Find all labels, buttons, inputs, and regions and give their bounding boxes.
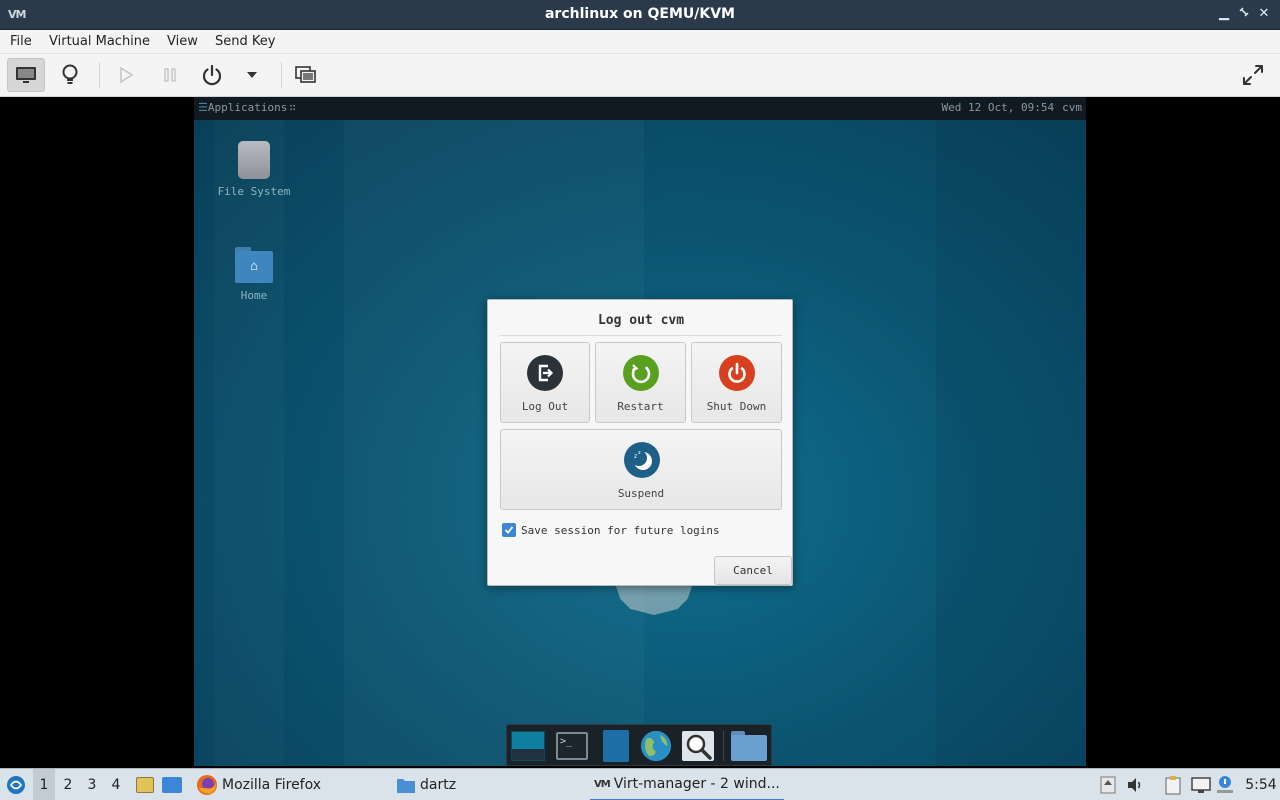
home-folder-icon: ⌂ <box>235 247 273 283</box>
task-dartz[interactable]: dartz <box>392 769 582 800</box>
dock-app-finder[interactable] <box>681 730 715 762</box>
guest-clock: Wed 12 Oct, 09:54 cvm <box>941 101 1082 114</box>
details-view-button[interactable] <box>51 58 89 92</box>
restart-button[interactable]: Restart <box>595 342 686 423</box>
firefox-icon <box>197 775 217 795</box>
menu-virtual-machine[interactable]: Virtual Machine <box>49 34 150 49</box>
desktop-icon-home[interactable]: ⌂ Home <box>209 247 299 302</box>
shut-down-label: Shut Down <box>706 400 767 413</box>
log-out-label: Log Out <box>521 400 569 413</box>
start-menu-button[interactable] <box>4 769 28 800</box>
svg-text:z: z <box>634 453 637 460</box>
magnifier-icon <box>682 731 714 761</box>
clipboard-icon <box>1165 776 1181 795</box>
run-button[interactable] <box>107 58 145 92</box>
restart-label: Restart <box>617 400 664 413</box>
snapshot-icon <box>295 66 316 83</box>
save-session-label: Save session for future logins <box>521 523 720 537</box>
host-clock[interactable]: 5:54 <box>1244 769 1278 800</box>
globe-icon <box>640 730 672 762</box>
task-virt-manager[interactable]: VM Virt-manager - 2 wind... <box>590 769 784 800</box>
tray-notifications[interactable] <box>1214 769 1236 800</box>
guest-dock: >_ <box>506 724 772 766</box>
folder-icon <box>731 731 767 761</box>
window-title: archlinux on QEMU/KVM <box>544 6 735 22</box>
virt-manager-icon: VM <box>594 778 611 790</box>
chevron-down-icon <box>247 72 257 78</box>
desktop-icon-file-system[interactable]: File System <box>209 141 299 198</box>
log-out-icon <box>527 355 563 391</box>
update-icon <box>1100 776 1116 794</box>
shutdown-button[interactable] <box>193 58 231 92</box>
shut-down-icon <box>719 355 755 391</box>
restart-icon <box>623 355 659 391</box>
menu-view[interactable]: View <box>167 34 198 49</box>
quicklaunch-file-manager[interactable] <box>134 769 156 800</box>
desktop-icon <box>511 731 545 761</box>
minimize-icon[interactable]: ▁ <box>1216 6 1232 22</box>
restore-icon[interactable] <box>1236 6 1252 22</box>
files-icon <box>603 730 629 762</box>
cancel-button[interactable]: Cancel <box>714 556 792 585</box>
shut-down-button[interactable]: Shut Down <box>691 342 782 423</box>
workspace-1[interactable]: 1 <box>33 769 55 800</box>
log-out-button[interactable]: Log Out <box>500 342 590 423</box>
info-icon <box>1217 776 1233 793</box>
workspace-2[interactable]: 2 <box>57 769 79 800</box>
virt-manager-window: VM archlinux on QEMU/KVM ▁ ✕ File Virtua… <box>0 0 1280 800</box>
tray-volume[interactable] <box>1124 769 1146 800</box>
folder-icon <box>397 779 415 793</box>
lxqt-logo-icon <box>7 776 25 794</box>
terminal-icon: >_ <box>556 732 588 760</box>
menu-file[interactable]: File <box>10 34 32 49</box>
lightbulb-icon <box>62 64 78 84</box>
file-manager-icon <box>136 777 154 793</box>
host-taskbar: 1 2 3 4 Mozilla Firefox dartz VM Virt-ma… <box>0 768 1280 800</box>
power-icon <box>202 64 222 86</box>
save-session-checkbox[interactable] <box>502 523 516 537</box>
fullscreen-icon <box>1243 65 1263 85</box>
dock-file-manager[interactable] <box>599 730 633 762</box>
fullscreen-button[interactable] <box>1234 58 1272 92</box>
dialog-title: Log out cvm <box>597 313 685 328</box>
quicklaunch-show-desktop[interactable] <box>160 769 184 800</box>
network-icon <box>1191 777 1211 793</box>
menu-bar: File Virtual Machine View Send Key <box>0 30 1280 54</box>
tray-clipboard[interactable] <box>1162 769 1184 800</box>
snapshots-button[interactable] <box>287 58 325 92</box>
console-view-button[interactable] <box>7 58 45 92</box>
menu-send-key[interactable]: Send Key <box>215 34 275 49</box>
suspend-label: Suspend <box>617 487 665 500</box>
dock-folder[interactable] <box>731 730 767 762</box>
checkmark-icon <box>504 526 514 534</box>
tray-network[interactable] <box>1190 769 1212 800</box>
suspend-button[interactable]: zz Suspend <box>500 429 782 510</box>
svg-text:z: z <box>638 450 641 456</box>
pause-button[interactable] <box>151 58 189 92</box>
close-icon[interactable]: ✕ <box>1256 6 1272 22</box>
guest-applications-menu[interactable]: ☰Applications ∷ <box>198 101 296 114</box>
volume-icon <box>1128 778 1141 792</box>
monitor-icon <box>16 67 36 83</box>
play-icon <box>120 66 134 84</box>
save-session-row[interactable]: Save session for future logins <box>502 523 720 537</box>
dock-show-desktop[interactable] <box>511 730 545 762</box>
guest-user-name: cvm <box>1062 101 1082 114</box>
tray-updates[interactable] <box>1098 769 1118 800</box>
guest-top-panel: ☰Applications ∷ Wed 12 Oct, 09:54 cvm <box>194 97 1086 120</box>
show-desktop-icon <box>162 777 182 793</box>
shutdown-menu-button[interactable] <box>233 58 271 92</box>
logout-dialog: Log out cvm Log Out Restart Shut Down zz <box>487 299 793 586</box>
dock-terminal[interactable]: >_ <box>555 730 589 762</box>
hard-drive-icon <box>238 141 270 179</box>
toolbar <box>0 54 1280 97</box>
task-firefox[interactable]: Mozilla Firefox <box>192 769 382 800</box>
title-bar: VM archlinux on QEMU/KVM ▁ ✕ <box>0 0 1280 30</box>
suspend-icon: zz <box>624 442 660 478</box>
dock-web-browser[interactable] <box>639 730 673 762</box>
applications-icon: ☰ <box>198 101 208 114</box>
pause-icon <box>164 68 176 82</box>
workspace-3[interactable]: 3 <box>81 769 103 800</box>
workspace-4[interactable]: 4 <box>105 769 127 800</box>
